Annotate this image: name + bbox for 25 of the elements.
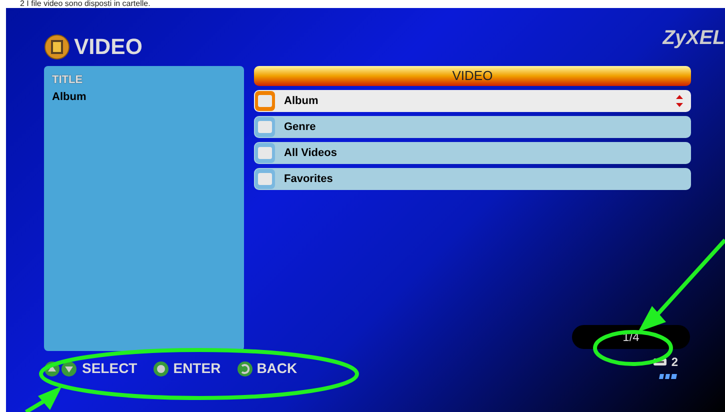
screen-title: VIDEO — [74, 33, 142, 61]
logo-icon — [658, 373, 678, 380]
folder-icon — [254, 142, 276, 164]
up-down-buttons-icon — [44, 360, 78, 376]
brand-logo: ZyXEL — [662, 26, 725, 50]
folder-icon — [254, 90, 276, 112]
annotation-arrow — [24, 386, 62, 412]
film-icon — [44, 34, 70, 60]
hint-label: SELECT — [82, 359, 138, 378]
enter-button-icon — [153, 360, 170, 376]
menu-header: VIDEO — [254, 66, 691, 86]
back-button-icon — [236, 360, 253, 376]
folder-icon — [254, 168, 276, 190]
menu-item[interactable]: Album — [254, 90, 691, 112]
scroll-arrows-icon — [676, 94, 683, 108]
folder-icon — [254, 116, 276, 138]
menu-item[interactable]: Genre — [254, 116, 691, 138]
info-heading: TITLE — [52, 73, 84, 88]
hint-label: ENTER — [173, 359, 221, 378]
menu-item[interactable]: Favorites — [254, 168, 691, 190]
device-count: 2 — [671, 354, 678, 371]
hint-label: BACK — [256, 359, 298, 378]
caption-text: 2 I file video sono disposti in cartelle. — [19, 0, 152, 8]
menu-item[interactable]: All Videos — [254, 142, 691, 164]
info-value: Album — [52, 90, 88, 104]
